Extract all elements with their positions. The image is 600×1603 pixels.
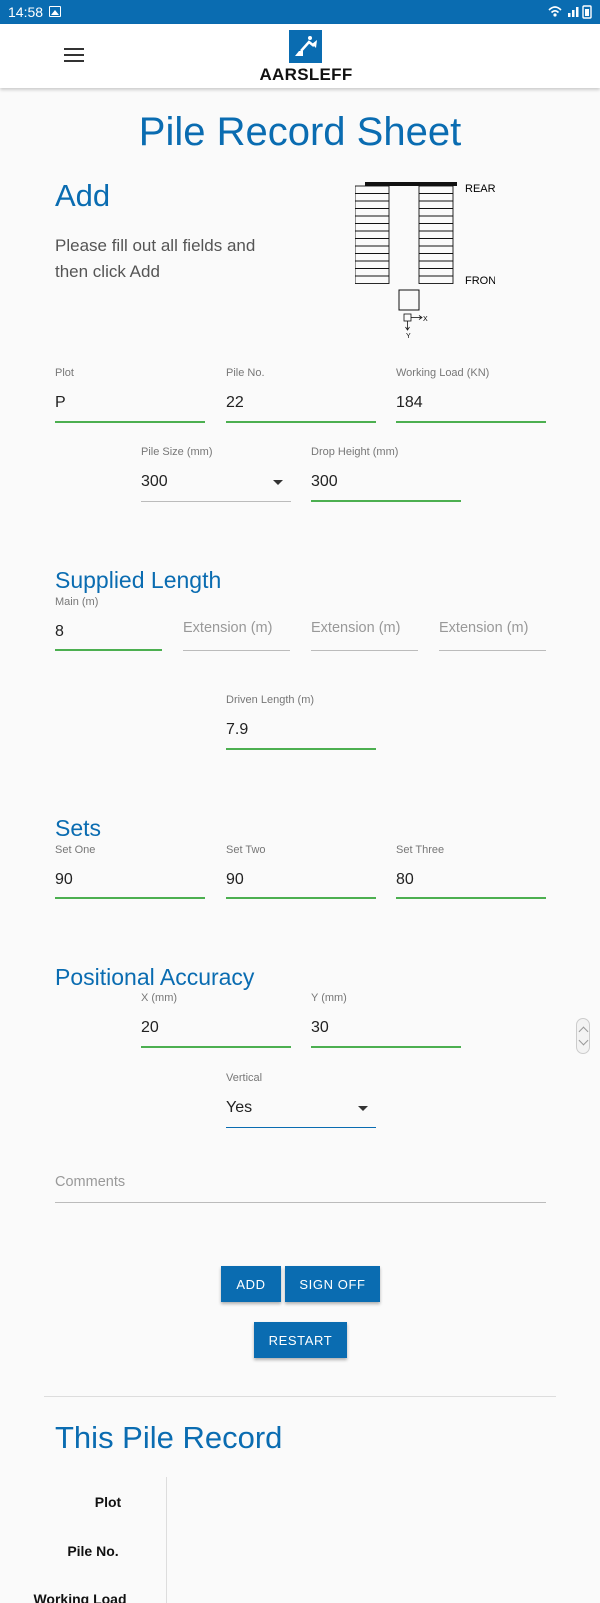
battery-icon xyxy=(582,5,592,19)
add-button[interactable]: ADD xyxy=(221,1266,281,1302)
comments-field[interactable]: Comments xyxy=(55,1174,546,1203)
set-two-field[interactable]: Set Two 90 xyxy=(226,844,376,899)
excavator-icon xyxy=(295,36,317,56)
pile-size-select[interactable]: Pile Size (mm) 300 xyxy=(141,446,291,502)
restart-button[interactable]: RESTART xyxy=(254,1322,347,1358)
diagram-y-label: Y xyxy=(406,333,411,340)
vertical-select[interactable]: Vertical Yes xyxy=(226,1072,376,1128)
pile-layout-diagram: X Y REAR FRONT xyxy=(354,176,503,351)
main-length-value[interactable]: 8 xyxy=(55,623,64,641)
x-mm-field[interactable]: X (mm) 20 xyxy=(141,992,291,1048)
pile-no-value[interactable]: 22 xyxy=(226,394,244,412)
sets-heading: Sets xyxy=(55,815,102,841)
plot-value[interactable]: P xyxy=(55,394,66,412)
driven-length-label: Driven Length (m) xyxy=(226,694,315,706)
plot-field[interactable]: Plot P xyxy=(55,367,205,423)
brand-name: AARSLEFF xyxy=(259,65,353,84)
sign-off-button[interactable]: SIGN OFF xyxy=(285,1266,380,1302)
pile-record-heading: This Pile Record xyxy=(55,1420,283,1455)
extension-placeholder: Extension (m) xyxy=(183,620,273,636)
plot-label: Plot xyxy=(55,367,74,379)
aarsleff-logo: AARSLEFF xyxy=(258,30,354,84)
pile-no-label: Pile No. xyxy=(226,367,265,379)
extension-field-1[interactable]: Extension (m) xyxy=(183,596,290,651)
status-time: 14:58 xyxy=(8,4,44,20)
pile-diagram-svg: X Y REAR FRONT xyxy=(354,182,503,340)
scroll-handle[interactable] xyxy=(576,1018,590,1054)
record-label-pile-no: Pile No. xyxy=(67,1543,119,1559)
system-icons xyxy=(548,5,592,19)
add-heading: Add xyxy=(55,178,111,213)
working-load-field[interactable]: Working Load (KN) 184 xyxy=(396,367,546,423)
working-load-label: Working Load (KN) xyxy=(396,367,490,379)
main-length-field[interactable]: Main (m) 8 xyxy=(55,596,162,651)
signal-icon xyxy=(568,7,579,17)
left-pile-stack xyxy=(354,185,390,284)
logo-mark-icon xyxy=(289,30,322,63)
driven-length-field[interactable]: Driven Length (m) 7.9 xyxy=(226,694,376,750)
driven-length-value[interactable]: 7.9 xyxy=(226,721,248,739)
record-label-plot: Plot xyxy=(94,1494,122,1510)
x-mm-label: X (mm) xyxy=(141,992,178,1004)
y-mm-value[interactable]: 30 xyxy=(311,1019,329,1037)
supplied-length-heading: Supplied Length xyxy=(55,567,222,593)
chevron-down-icon[interactable] xyxy=(358,1106,368,1111)
positional-accuracy-heading: Positional Accuracy xyxy=(55,964,255,990)
set-two-value[interactable]: 90 xyxy=(226,871,244,889)
comments-placeholder: Comments xyxy=(55,1174,126,1190)
instructions-text: Please fill out all fields and then clic… xyxy=(55,236,256,281)
menu-icon[interactable] xyxy=(64,47,84,63)
extension-field-3[interactable]: Extension (m) xyxy=(439,596,546,651)
y-mm-field[interactable]: Y (mm) 30 xyxy=(311,992,461,1048)
diagram-x-label: X xyxy=(423,316,428,323)
x-mm-value[interactable]: 20 xyxy=(141,1019,159,1037)
working-load-value[interactable]: 184 xyxy=(396,394,423,412)
y-mm-label: Y (mm) xyxy=(311,992,347,1004)
wifi-icon xyxy=(548,6,562,17)
extension-field-2[interactable]: Extension (m) xyxy=(311,596,418,651)
set-three-value[interactable]: 80 xyxy=(396,871,414,889)
set-three-label: Set Three xyxy=(396,844,445,856)
set-one-value[interactable]: 90 xyxy=(55,871,73,889)
pile-size-label: Pile Size (mm) xyxy=(141,446,213,458)
main-length-label: Main (m) xyxy=(55,596,99,608)
set-one-field[interactable]: Set One 90 xyxy=(55,844,205,899)
set-two-label: Set Two xyxy=(226,844,266,856)
vertical-label: Vertical xyxy=(226,1072,263,1084)
right-pile-stack xyxy=(418,185,454,284)
vertical-value[interactable]: Yes xyxy=(226,1099,252,1117)
diagram-front-label: FRONT xyxy=(465,275,495,287)
drop-height-field[interactable]: Drop Height (mm) 300 xyxy=(311,446,461,502)
set-three-field[interactable]: Set Three 80 xyxy=(396,844,546,899)
record-label-working-load: Working Load xyxy=(33,1591,127,1603)
extension-placeholder: Extension (m) xyxy=(439,620,529,636)
drop-height-value[interactable]: 300 xyxy=(311,473,338,491)
section-divider xyxy=(44,1396,556,1397)
gallery-notification-icon xyxy=(49,6,61,17)
pile-no-field[interactable]: Pile No. 22 xyxy=(226,367,376,423)
page-title: Pile Record Sheet xyxy=(138,110,462,154)
diagram-rear-label: REAR xyxy=(465,183,495,195)
status-bar: 14:58 xyxy=(0,0,600,24)
app-bar: AARSLEFF xyxy=(0,24,600,88)
set-one-label: Set One xyxy=(55,844,96,856)
extension-placeholder: Extension (m) xyxy=(311,620,401,636)
pile-size-value[interactable]: 300 xyxy=(141,473,168,491)
chevron-down-icon[interactable] xyxy=(273,480,283,485)
drop-height-label: Drop Height (mm) xyxy=(311,446,399,458)
